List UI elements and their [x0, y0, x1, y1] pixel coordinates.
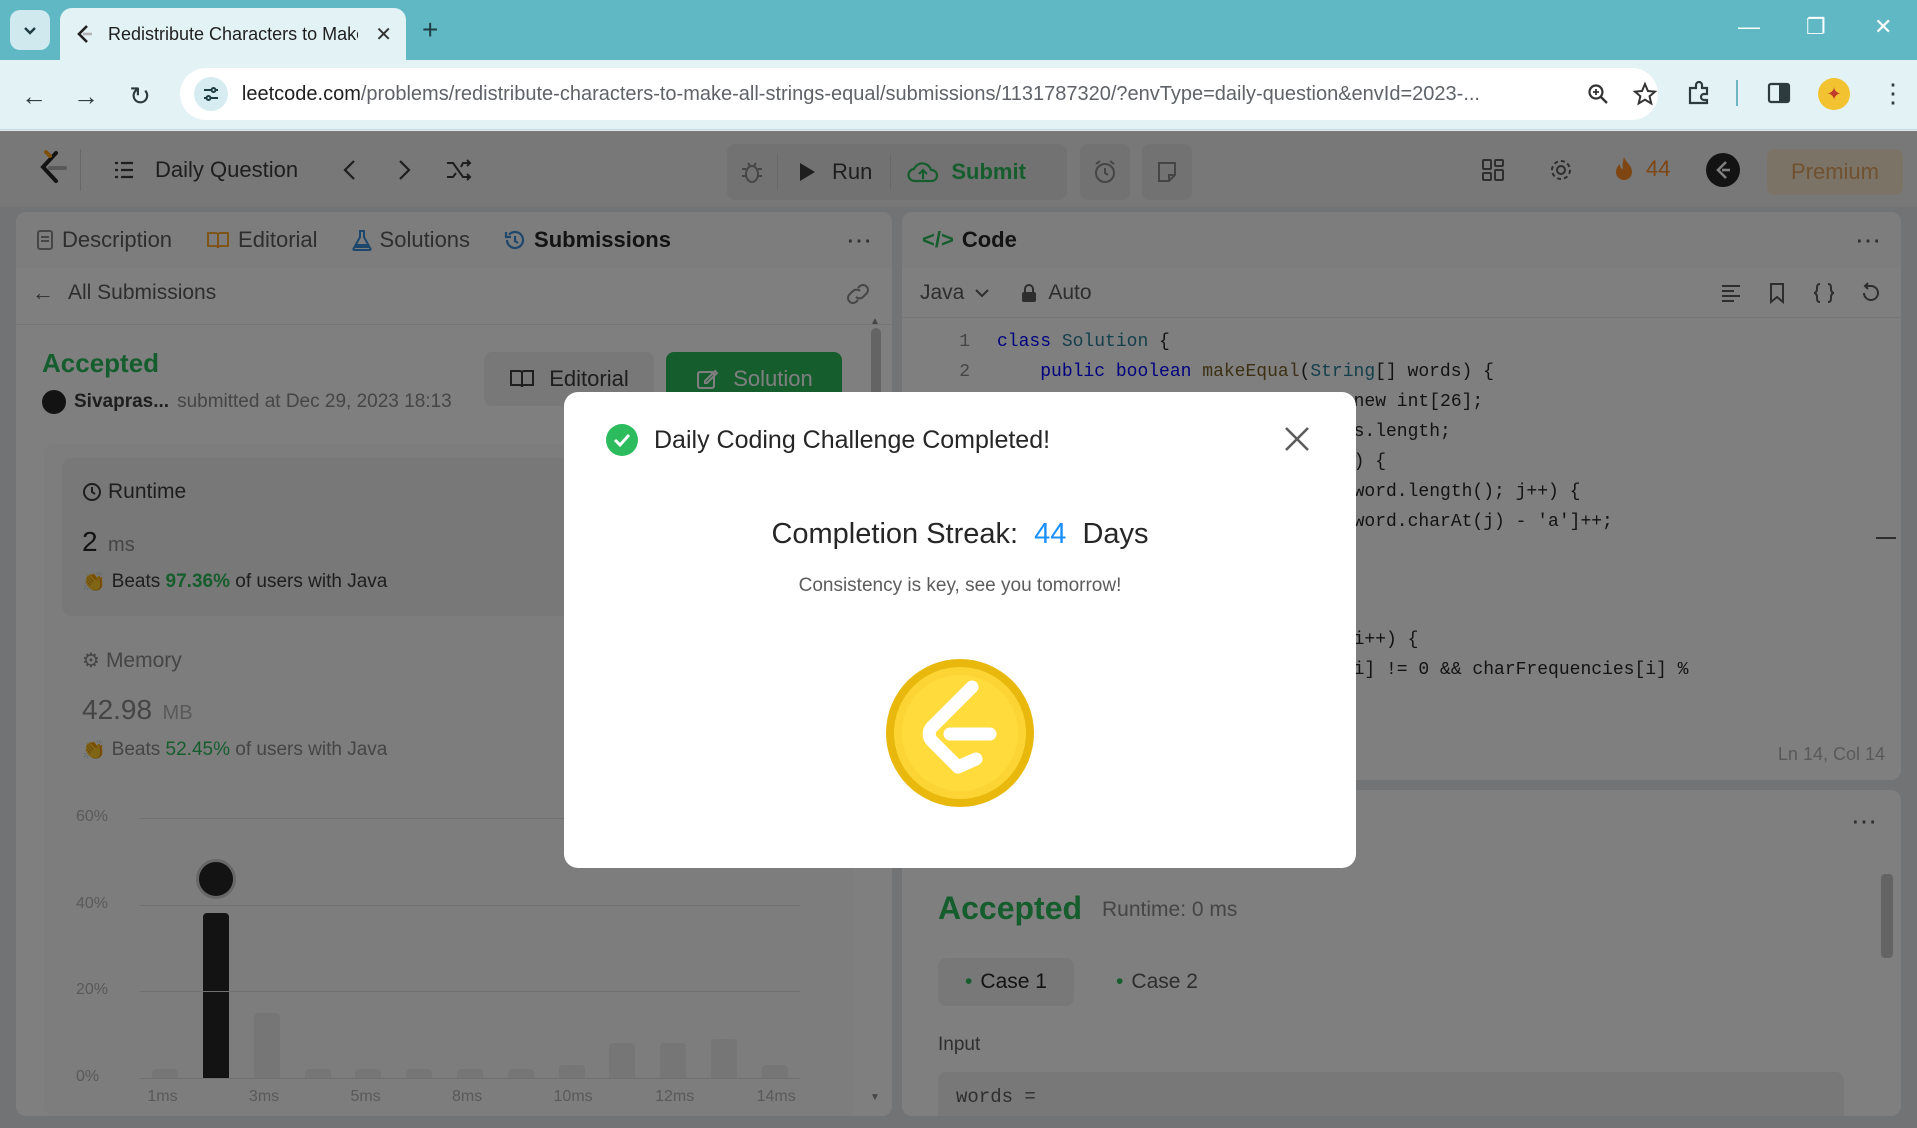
new-tab-icon[interactable]: +: [422, 16, 438, 44]
minimize-icon[interactable]: —: [1738, 14, 1760, 40]
modal-message: Consistency is key, see you tomorrow!: [798, 575, 1122, 596]
address-bar[interactable]: leetcode.com/problems/redistribute-chara…: [180, 68, 1658, 120]
url-text: leetcode.com/problems/redistribute-chara…: [241, 82, 1480, 105]
chevron-down-icon: [24, 27, 36, 35]
profile-avatar[interactable]: ✦: [1818, 78, 1850, 110]
tab-title: Redistribute Characters to Make All Stri…: [108, 23, 358, 44]
reload-icon[interactable]: ↻: [122, 78, 158, 114]
tab-close-icon[interactable]: ✕: [375, 22, 392, 47]
bookmark-star-icon[interactable]: [1632, 81, 1658, 107]
zoom-icon[interactable]: [1586, 82, 1610, 106]
back-icon[interactable]: ←: [16, 78, 52, 114]
close-icon[interactable]: [1282, 424, 1312, 454]
leetcode-favicon-icon: [77, 25, 92, 43]
side-panel-icon[interactable]: [1766, 80, 1792, 106]
check-circle-icon: [606, 424, 638, 456]
modal-title: Daily Coding Challenge Completed!: [654, 425, 1051, 454]
restore-icon[interactable]: ❐: [1806, 14, 1826, 40]
tab-search-button[interactable]: [10, 10, 50, 50]
leetcode-coin-icon: [886, 659, 1034, 807]
browser-menu-icon[interactable]: ⋮: [1880, 78, 1906, 109]
forward-icon[interactable]: →: [68, 78, 104, 114]
streak-value: 44: [1034, 518, 1067, 550]
streak-line: Completion Streak: 44 Days: [771, 518, 1149, 550]
window-close-icon[interactable]: ✕: [1874, 14, 1892, 40]
browser-tab[interactable]: Redistribute Characters to Make All Stri…: [60, 8, 406, 60]
site-settings-icon[interactable]: [194, 77, 228, 111]
toolbar-separator: [1736, 80, 1738, 106]
daily-challenge-modal: Daily Coding Challenge Completed! Comple…: [564, 392, 1356, 868]
extensions-icon[interactable]: [1686, 80, 1712, 106]
